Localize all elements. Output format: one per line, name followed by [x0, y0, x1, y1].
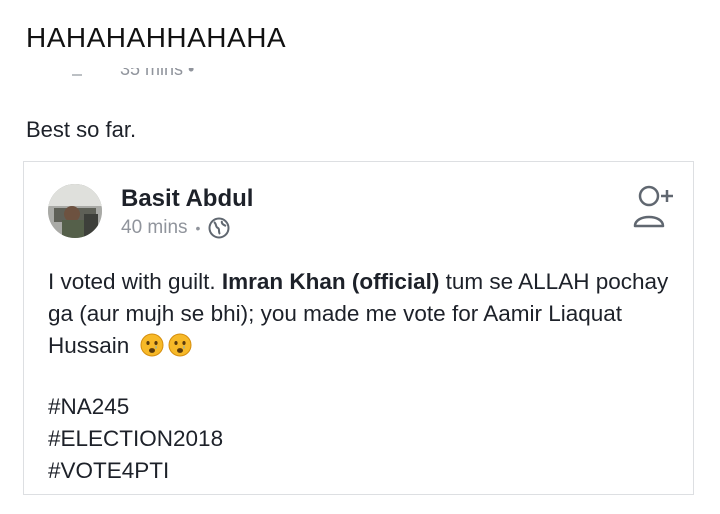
cutoff-divider	[72, 74, 82, 76]
caption-text: HAHAHAHHAHAHA	[26, 22, 287, 53]
cutoff-meta-text: 35 mins •	[120, 68, 195, 79]
post-time[interactable]: 40 mins	[121, 217, 188, 239]
globe-icon[interactable]	[208, 217, 230, 239]
sad-face-emoji	[168, 333, 192, 366]
post-meta: 40 mins •	[121, 217, 230, 239]
hashtag-list: #NA245 #ELECTION2018 #VOTE4PTI	[48, 391, 223, 487]
hashtag-link[interactable]: #NA245	[48, 391, 223, 423]
cutoff-post-meta: 35 mins •	[120, 68, 194, 82]
shared-post-card[interactable]: Basit Abdul 40 mins • I voted with guilt…	[23, 161, 694, 495]
mention-link[interactable]: Imran Khan (official)	[222, 269, 440, 294]
body-text-1: I voted with guilt.	[48, 269, 222, 294]
add-friend-icon[interactable]	[631, 182, 675, 232]
sad-face-emoji	[140, 333, 164, 366]
author-name[interactable]: Basit Abdul	[121, 185, 253, 213]
post-text: Best so far.	[26, 117, 137, 142]
meta-separator: •	[195, 220, 201, 236]
hashtag-link[interactable]: #ELECTION2018	[48, 423, 223, 455]
hashtag-link[interactable]: #VOTE4PTI	[48, 455, 223, 487]
post-body: I voted with guilt. Imran Khan (official…	[48, 266, 678, 366]
avatar[interactable]	[48, 184, 102, 238]
